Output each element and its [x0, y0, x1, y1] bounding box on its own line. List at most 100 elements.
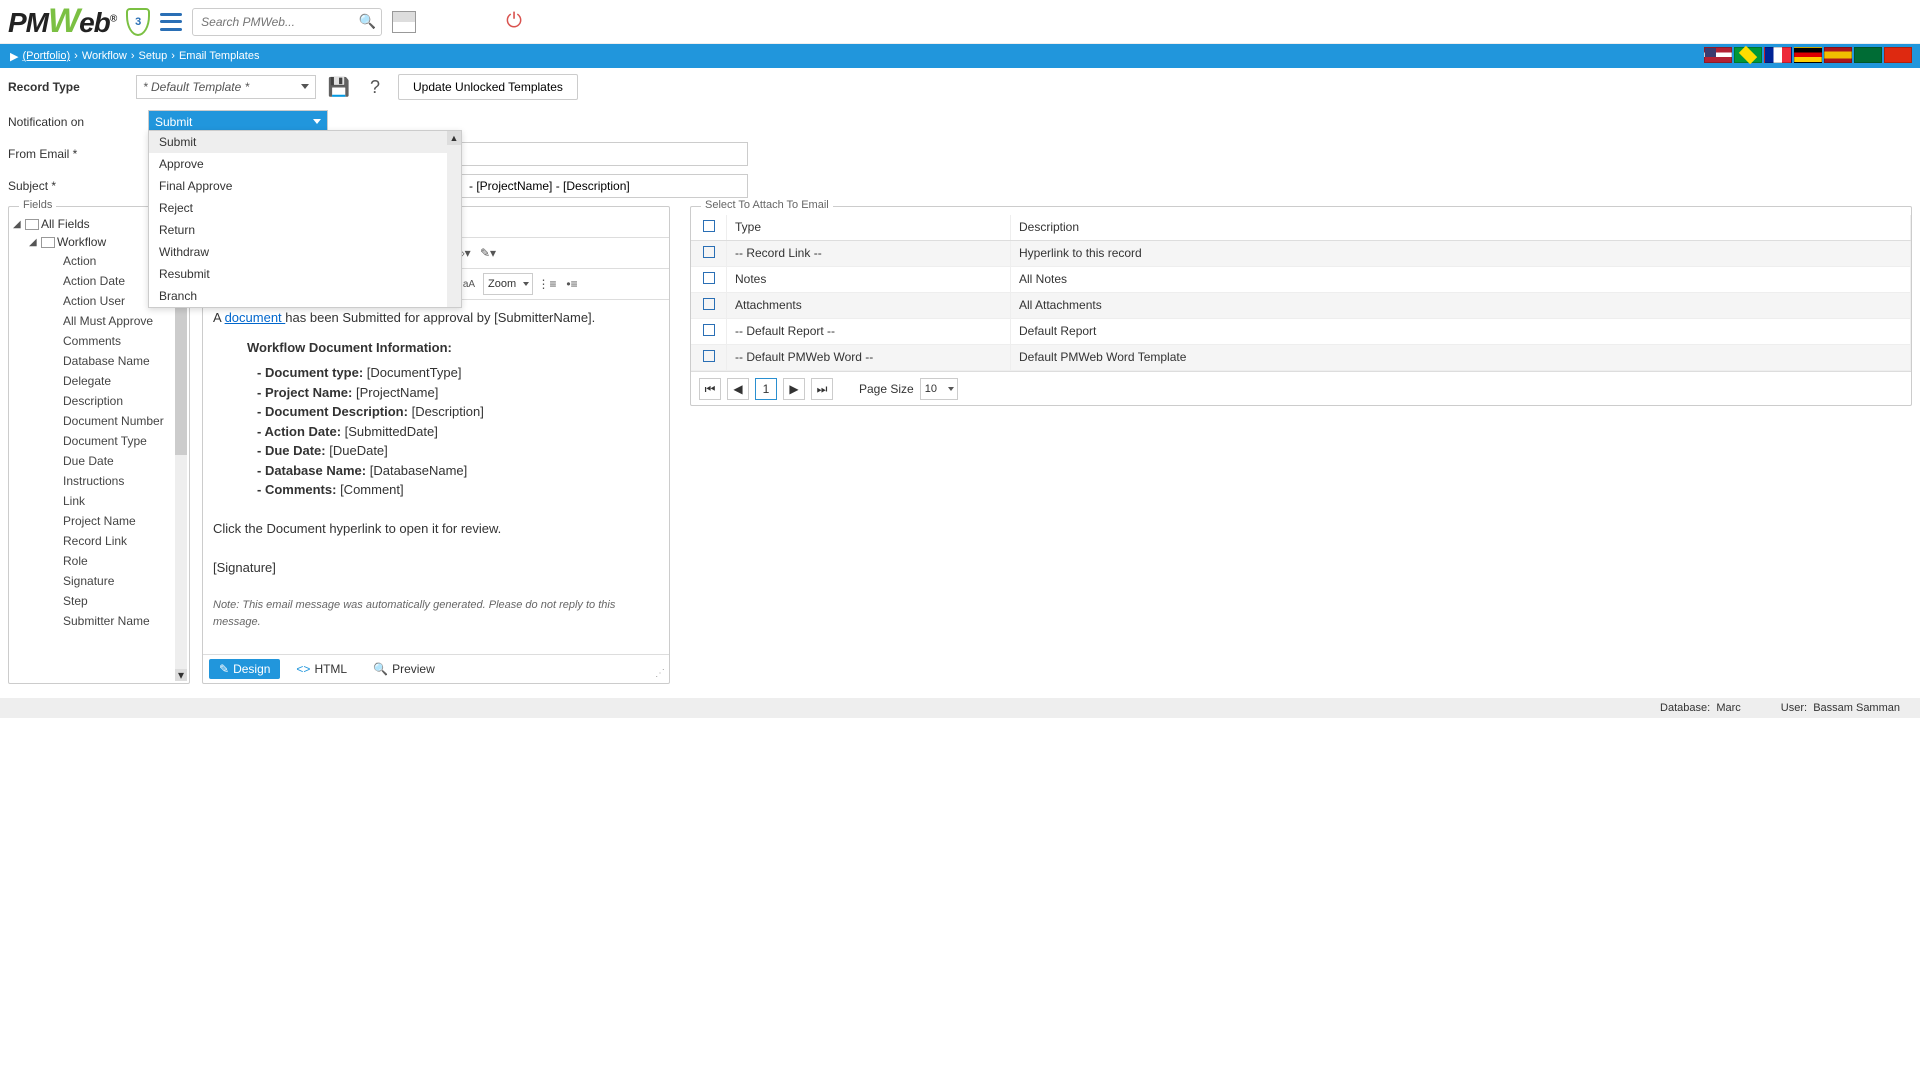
select-all-checkbox[interactable]	[703, 220, 715, 232]
breadcrumb-portfolio[interactable]: (Portfolio)	[22, 50, 70, 62]
dropdown-option[interactable]: Submit	[149, 131, 461, 153]
menu-icon[interactable]	[160, 13, 182, 31]
user-value: Bassam Samman	[1813, 702, 1900, 714]
tab-preview[interactable]: 🔍Preview	[363, 659, 445, 679]
dropdown-option[interactable]: Final Approve	[149, 175, 461, 197]
user-label: User:	[1781, 702, 1807, 714]
tree-leaf[interactable]: Delegate	[29, 371, 185, 391]
page-last-icon[interactable]: ⏭	[811, 378, 833, 400]
row-desc: Default PMWeb Word Template	[1011, 345, 1911, 370]
editor-line2: Click the Document hyperlink to open it …	[213, 519, 659, 539]
shield-badge[interactable]: 3	[126, 8, 150, 36]
info-line: - Document type: [DocumentType]	[257, 363, 659, 383]
search-wrap: 🔍	[192, 8, 382, 36]
flag-sa[interactable]	[1854, 47, 1882, 63]
row-checkbox[interactable]	[703, 324, 715, 336]
page-first-icon[interactable]: ⏮	[699, 378, 721, 400]
tree-leaf[interactable]: All Must Approve	[29, 311, 185, 331]
zoom-select[interactable]: Zoom	[483, 273, 533, 295]
page-number[interactable]: 1	[755, 378, 777, 400]
bullet-list-icon[interactable]: •≡	[561, 273, 583, 295]
row-type: Attachments	[727, 293, 1011, 318]
flag-es[interactable]	[1824, 47, 1852, 63]
dropdown-option[interactable]: Return	[149, 219, 461, 241]
tree-leaf[interactable]: Database Name	[29, 351, 185, 371]
eraser-icon[interactable]: ✎▾	[477, 242, 499, 264]
breadcrumb-workflow[interactable]: Workflow	[82, 50, 127, 62]
help-icon[interactable]: ?	[362, 74, 388, 100]
attach-row[interactable]: AttachmentsAll Attachments	[691, 293, 1911, 319]
scroll-up-icon[interactable]: ▲	[447, 131, 461, 145]
row-checkbox[interactable]	[703, 350, 715, 362]
update-unlocked-button[interactable]: Update Unlocked Templates	[398, 74, 578, 100]
info-line: - Project Name: [ProjectName]	[257, 383, 659, 403]
search-icon[interactable]: 🔍	[359, 13, 376, 30]
editor-signature: [Signature]	[213, 558, 659, 578]
breadcrumb-arrow-icon[interactable]: ▶	[10, 50, 18, 63]
row-type: -- Default PMWeb Word --	[727, 345, 1011, 370]
row-checkbox[interactable]	[703, 272, 715, 284]
resize-grip-icon[interactable]: ⋰	[655, 668, 665, 679]
editor-body[interactable]: A document has been Submitted for approv…	[203, 300, 669, 654]
power-icon[interactable]: ⏻	[506, 10, 522, 33]
col-type[interactable]: Type	[727, 215, 1011, 240]
flag-fr[interactable]	[1764, 47, 1792, 63]
tree-leaf[interactable]: Role	[29, 551, 185, 571]
info-line: - Action Date: [SubmittedDate]	[257, 422, 659, 442]
tree-leaf[interactable]: Submitter Name	[29, 611, 185, 631]
row-desc: Hyperlink to this record	[1011, 241, 1911, 266]
page-size-select[interactable]: 10	[920, 378, 958, 400]
tab-design[interactable]: ✎Design	[209, 659, 280, 679]
record-type-label: Record Type	[8, 80, 126, 94]
attach-pager: ⏮ ◀ 1 ▶ ⏭ Page Size 10	[691, 371, 1911, 406]
row-checkbox[interactable]	[703, 246, 715, 258]
tree-leaf[interactable]: Link	[29, 491, 185, 511]
db-label: Database:	[1660, 702, 1710, 714]
info-line: - Comments: [Comment]	[257, 480, 659, 500]
scroll-down-icon[interactable]: ▾	[175, 669, 187, 681]
flag-de[interactable]	[1794, 47, 1822, 63]
attach-row[interactable]: -- Default Report --Default Report	[691, 319, 1911, 345]
editor-footer: ✎Design <>HTML 🔍Preview ⋰	[203, 654, 669, 683]
dropdown-option[interactable]: Withdraw	[149, 241, 461, 263]
document-link[interactable]: document	[225, 310, 286, 325]
calendar-icon[interactable]	[392, 11, 416, 33]
search-input[interactable]	[192, 8, 382, 36]
save-icon[interactable]: 💾	[326, 74, 352, 100]
tree-scrollbar[interactable]: ▾	[175, 255, 187, 681]
tree-leaf[interactable]: Instructions	[29, 471, 185, 491]
row-checkbox[interactable]	[703, 298, 715, 310]
flag-cn[interactable]	[1884, 47, 1912, 63]
flag-br[interactable]	[1734, 47, 1762, 63]
dropdown-option[interactable]: Reject	[149, 197, 461, 219]
info-line: - Due Date: [DueDate]	[257, 441, 659, 461]
subject-label: Subject *	[8, 179, 148, 193]
attach-row[interactable]: -- Record Link --Hyperlink to this recor…	[691, 241, 1911, 267]
page-prev-icon[interactable]: ◀	[727, 378, 749, 400]
tree-leaf[interactable]: Document Type	[29, 431, 185, 451]
numbered-list-icon[interactable]: ⋮≡	[536, 273, 558, 295]
tree-leaf[interactable]: Record Link	[29, 531, 185, 551]
dropdown-option[interactable]: Resubmit	[149, 263, 461, 285]
row-type: -- Default Report --	[727, 319, 1011, 344]
attach-row[interactable]: NotesAll Notes	[691, 267, 1911, 293]
tree-leaf[interactable]: Comments	[29, 331, 185, 351]
tree-leaf[interactable]: Step	[29, 591, 185, 611]
breadcrumb-setup[interactable]: Setup	[139, 50, 168, 62]
tree-leaf[interactable]: Due Date	[29, 451, 185, 471]
page-next-icon[interactable]: ▶	[783, 378, 805, 400]
tree-leaf[interactable]: Project Name	[29, 511, 185, 531]
record-type-combo[interactable]: * Default Template *	[136, 75, 316, 99]
row-type: Notes	[727, 267, 1011, 292]
status-bar: Database: Marc User: Bassam Samman	[0, 698, 1920, 718]
flag-us[interactable]	[1704, 47, 1732, 63]
tree-leaf[interactable]: Description	[29, 391, 185, 411]
dropdown-option[interactable]: Branch	[149, 285, 461, 307]
tree-leaf[interactable]: Document Number	[29, 411, 185, 431]
tab-html[interactable]: <>HTML	[286, 659, 357, 679]
attach-row[interactable]: -- Default PMWeb Word --Default PMWeb Wo…	[691, 345, 1911, 371]
tree-leaf[interactable]: Signature	[29, 571, 185, 591]
from-email-label: From Email *	[8, 147, 148, 161]
col-desc[interactable]: Description	[1011, 215, 1911, 240]
dropdown-option[interactable]: Approve	[149, 153, 461, 175]
